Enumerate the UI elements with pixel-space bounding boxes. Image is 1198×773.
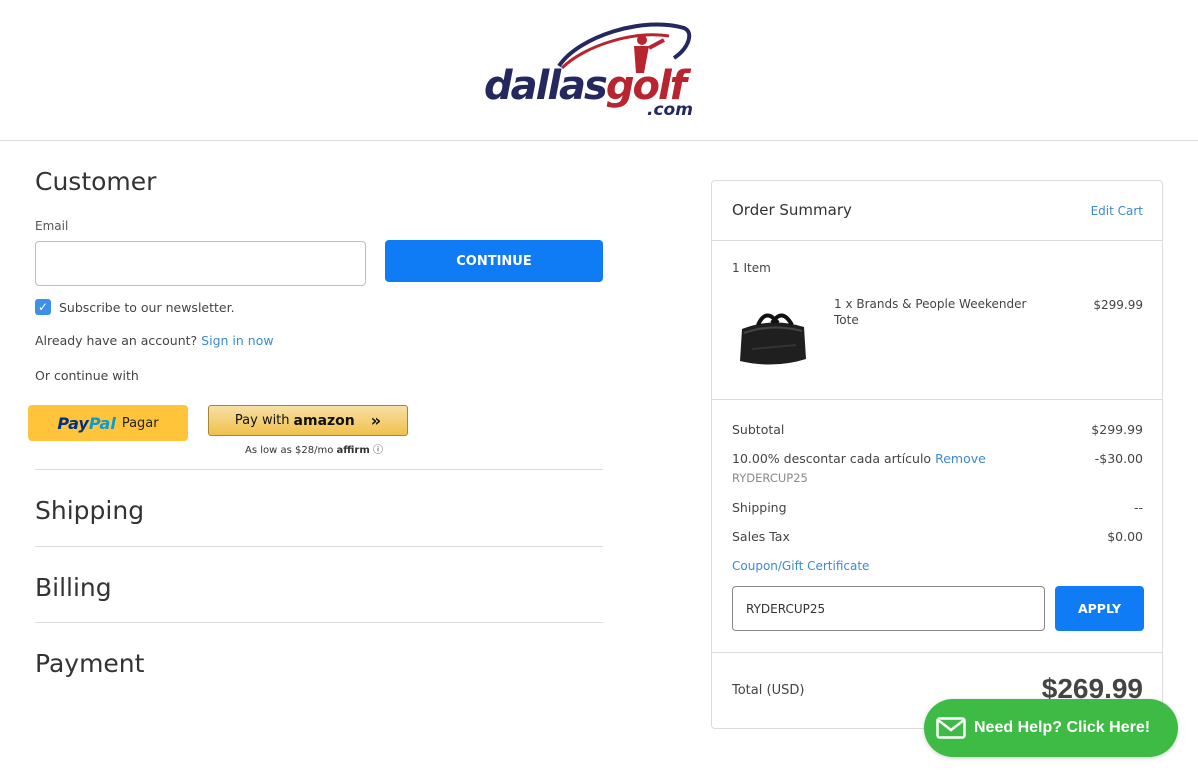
amazon-logo: amazon	[293, 412, 355, 429]
discount-line: 10.00% descontar cada artículo Remove	[732, 451, 986, 466]
email-field[interactable]	[35, 241, 366, 286]
summary-divider	[712, 240, 1162, 241]
section-divider	[35, 469, 603, 470]
remove-discount-link[interactable]: Remove	[935, 451, 986, 466]
amazon-prefix: Pay with	[234, 413, 290, 428]
paypal-logo-a: Pay	[57, 413, 89, 433]
paypal-button[interactable]: PayPal Pagar	[28, 405, 188, 441]
affirm-financing-line[interactable]: As low as $28/mo affirm ⓘ	[245, 441, 383, 456]
need-help-label: Need Help? Click Here!	[974, 719, 1151, 736]
logo-suffix: .com	[647, 100, 693, 120]
edit-cart-link[interactable]: Edit Cart	[1091, 204, 1143, 218]
discount-value: -$30.00	[1094, 451, 1143, 466]
summary-divider	[712, 399, 1162, 400]
or-continue-label: Or continue with	[35, 368, 139, 383]
section-divider	[35, 622, 603, 623]
paypal-logo: PayPal	[57, 414, 115, 433]
coupon-toggle-link[interactable]: Coupon/Gift Certificate	[732, 559, 869, 573]
order-summary-panel: Order Summary Edit Cart 1 Item 1 x Brand…	[711, 180, 1163, 729]
items-count: 1 Item	[732, 261, 771, 275]
account-prompt-line: Already have an account? Sign in now	[35, 333, 274, 348]
double-chevron-right-icon: »	[370, 411, 382, 430]
newsletter-option[interactable]: ✓ Subscribe to our newsletter.	[35, 299, 235, 315]
shipping-label: Shipping	[732, 500, 787, 515]
payment-heading: Payment	[35, 649, 145, 678]
product-price: $299.99	[1093, 298, 1143, 312]
shipping-heading: Shipping	[35, 496, 145, 525]
need-help-button[interactable]: Need Help? Click Here!	[924, 699, 1178, 757]
summary-divider	[712, 652, 1162, 653]
site-header: dallasgolf .com	[0, 0, 1198, 141]
sales-tax-label: Sales Tax	[732, 529, 790, 544]
amazon-pay-button[interactable]: Pay with amazon »	[208, 405, 408, 436]
sign-in-link[interactable]: Sign in now	[201, 333, 273, 348]
info-icon[interactable]: ⓘ	[373, 445, 383, 456]
envelope-icon	[936, 717, 966, 739]
paypal-label: Pagar	[121, 415, 159, 431]
discount-label: 10.00% descontar cada artículo	[732, 451, 932, 466]
product-thumbnail	[740, 313, 806, 365]
dallas-golf-logo[interactable]: dallasgolf .com	[484, 18, 716, 122]
newsletter-checkbox[interactable]: ✓	[35, 299, 51, 315]
total-label: Total (USD)	[732, 683, 805, 698]
subtotal-label: Subtotal	[732, 422, 785, 437]
product-name: 1 x Brands & People Weekender Tote	[834, 297, 1027, 327]
order-summary-title: Order Summary	[732, 201, 852, 219]
affirm-brand: affirm	[336, 445, 370, 456]
billing-heading: Billing	[35, 573, 112, 602]
newsletter-label: Subscribe to our newsletter.	[59, 299, 235, 315]
coupon-code-input[interactable]	[732, 586, 1045, 631]
applied-coupon-code: RYDERCUP25	[732, 471, 808, 485]
shipping-value: --	[1133, 500, 1143, 515]
paypal-logo-b: Pal	[88, 413, 116, 433]
customer-heading: Customer	[35, 167, 157, 196]
account-prompt: Already have an account?	[35, 333, 198, 348]
sales-tax-value: $0.00	[1107, 529, 1143, 544]
section-divider	[35, 546, 603, 547]
subtotal-value: $299.99	[1091, 422, 1143, 437]
email-label: Email	[35, 219, 69, 233]
logo-main-text: dallas	[484, 63, 608, 109]
affirm-prefix: As low as $28/mo	[245, 445, 334, 456]
apply-coupon-button[interactable]: APPLY	[1055, 586, 1144, 631]
continue-button[interactable]: CONTINUE	[385, 240, 603, 282]
